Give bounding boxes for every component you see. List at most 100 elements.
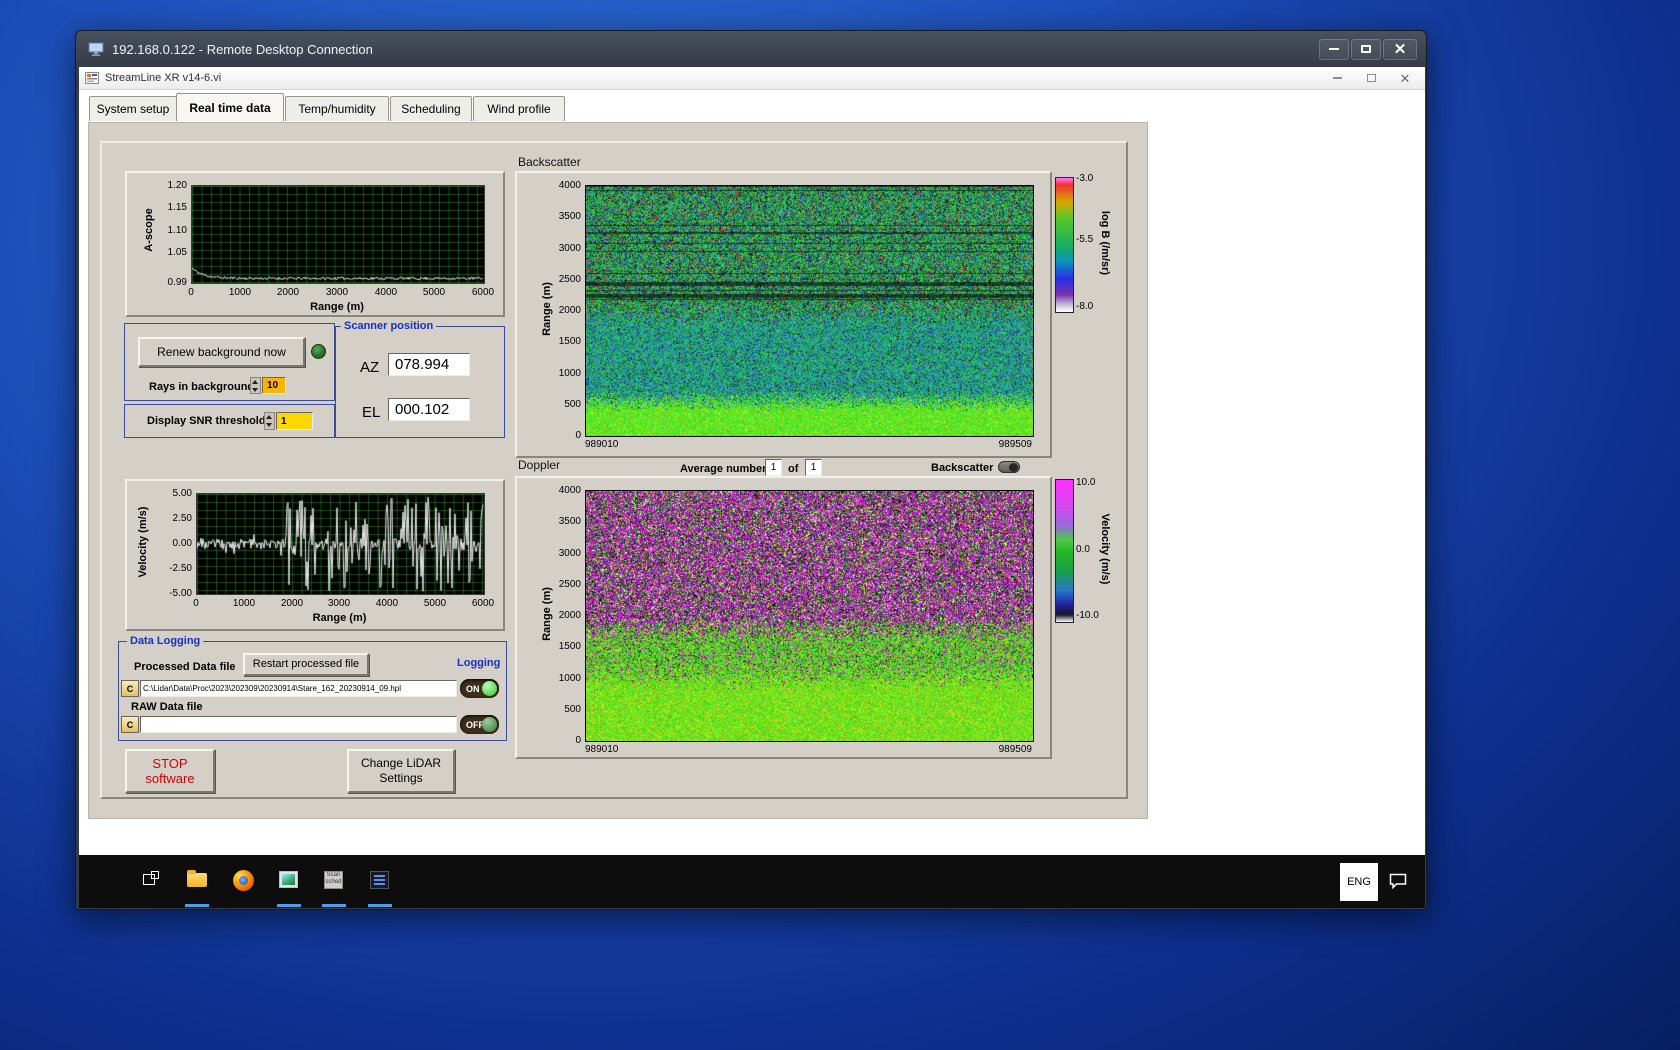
axis-tick: 1000	[558, 368, 581, 379]
app-maximize-button[interactable]	[1361, 70, 1381, 86]
backscatter-toggle-label: Backscatter	[931, 462, 994, 474]
background-controls-group: Renew background now Rays in background …	[124, 323, 335, 401]
raw-data-file-label: RAW Data file	[131, 701, 203, 713]
doppler-heatmap	[585, 490, 1034, 742]
remote-desktop: StreamLine XR v14-6.vi ✕ System setup Re…	[79, 67, 1425, 908]
raw-logging-toggle[interactable]: OFF	[460, 715, 499, 734]
raw-drive-icon[interactable]: C	[121, 716, 139, 733]
average-number-value: 1	[770, 462, 777, 473]
velocity-chart	[196, 493, 485, 595]
language-code: ENG	[1347, 876, 1371, 888]
backscatter-heatmap	[585, 185, 1034, 437]
rdp-close-button[interactable]: ✕	[1383, 38, 1417, 60]
renew-background-button[interactable]: Renew background now	[138, 337, 305, 367]
backscatter-colorbar	[1055, 177, 1074, 313]
raw-path-field[interactable]	[140, 716, 457, 733]
app-title: StreamLine XR v14-6.vi	[105, 72, 222, 84]
app-minimize-button[interactable]	[1327, 70, 1347, 86]
line	[374, 875, 385, 877]
restart-processed-file-button[interactable]: Restart processed file	[243, 653, 369, 676]
tab-system-setup[interactable]: System setup	[89, 96, 177, 121]
rdp-minimize-button[interactable]	[1319, 38, 1349, 60]
maximize-icon	[1366, 74, 1376, 82]
processed-data-file-label: Processed Data file	[134, 661, 236, 673]
velocity-plot-panel: Velocity (m/s) 5.00 2.50 0.00 -2.50 -5.0…	[125, 479, 505, 631]
tab-wind-profile[interactable]: Wind profile	[473, 96, 565, 121]
button-label: software	[145, 771, 195, 786]
doppler-section-title: Doppler	[518, 458, 561, 472]
log-viewer-icon[interactable]	[370, 871, 389, 889]
processed-logging-toggle[interactable]: ON	[460, 679, 499, 698]
tab-scheduling[interactable]: Scheduling	[390, 96, 472, 121]
el-value-field[interactable]: 000.102	[388, 398, 470, 421]
notification-bubble-icon[interactable]	[1389, 873, 1407, 894]
renew-background-led	[311, 344, 326, 359]
axis-tick: 2000	[276, 287, 300, 298]
rdp-maximize-button[interactable]	[1351, 38, 1381, 60]
axis-tick: 5000	[422, 287, 446, 298]
average-number-label: Average number	[680, 463, 767, 475]
language-indicator[interactable]: ENG	[1340, 863, 1378, 901]
tab-label: Scheduling	[401, 102, 461, 116]
tab-temp-humidity[interactable]: Temp/humidity	[285, 96, 389, 121]
running-app-indicator	[277, 904, 301, 907]
axis-tick: 3500	[558, 211, 581, 222]
rdp-window-title: 192.168.0.122 - Remote Desktop Connectio…	[112, 41, 373, 57]
tab-real-time-data[interactable]: Real time data	[176, 93, 284, 121]
snr-value-field[interactable]: 1	[276, 412, 313, 430]
running-app-indicator	[322, 904, 346, 907]
button-label: Restart processed file	[252, 657, 360, 670]
az-label: AZ	[360, 359, 380, 376]
doppler-colorbar	[1055, 479, 1074, 623]
az-value-field[interactable]: 078.994	[388, 353, 470, 376]
scan-scheduler-icon[interactable]: Scan sched	[324, 871, 343, 889]
minimize-icon	[1332, 77, 1342, 79]
el-label: EL	[362, 404, 381, 421]
firefox-icon[interactable]	[233, 870, 254, 891]
ascope-chart	[191, 185, 485, 284]
axis-tick: 5000	[423, 598, 447, 609]
toggle-knob	[1009, 463, 1018, 472]
rdp-titlebar[interactable]: 192.168.0.122 - Remote Desktop Connectio…	[76, 31, 1426, 67]
axis-tick: 2000	[558, 610, 581, 621]
toggle-knob	[482, 681, 497, 696]
rays-spinner[interactable]	[250, 377, 261, 394]
of-label: of	[788, 463, 799, 475]
axis-tick: 989010	[585, 744, 619, 755]
firefox-core-icon	[239, 876, 248, 885]
axis-tick: 1500	[558, 641, 581, 652]
rays-value-field[interactable]: 10	[262, 377, 286, 394]
stop-software-button[interactable]: STOP software	[125, 749, 215, 793]
axis-tick: 6000	[471, 287, 495, 298]
window-icon	[143, 874, 155, 885]
axis-tick: 0	[188, 287, 194, 298]
task-view-icon[interactable]	[143, 871, 161, 887]
axis-tick: 0	[193, 598, 199, 609]
app-titlebar[interactable]: StreamLine XR v14-6.vi ✕	[79, 67, 1425, 90]
maximize-icon	[1361, 45, 1371, 53]
running-app-indicator	[185, 904, 209, 907]
scanner-position-title: Scanner position	[341, 319, 437, 333]
average-number-field[interactable]: 1	[765, 459, 782, 476]
change-lidar-settings-button[interactable]: Change LiDAR Settings	[347, 749, 455, 793]
axis-tick: 2000	[558, 305, 581, 316]
average-total-field[interactable]: 1	[805, 459, 822, 476]
drive-letter: C	[126, 683, 134, 694]
axis-tick: 2500	[558, 274, 581, 285]
button-label: Renew background now	[157, 344, 286, 359]
file-explorer-icon[interactable]	[187, 870, 207, 887]
backscatter-display-toggle[interactable]	[998, 461, 1020, 473]
app-close-button[interactable]: ✕	[1395, 70, 1415, 86]
spinner-down-icon	[265, 421, 274, 429]
axis-tick: 989010	[585, 439, 619, 450]
processed-drive-icon[interactable]: C	[121, 680, 139, 697]
app-thumbnail	[282, 874, 295, 885]
axis-tick: 1000	[228, 287, 252, 298]
processed-path-field[interactable]: C:\Lidar\Data\Proc\2023\202309\20230914\…	[140, 680, 457, 697]
snr-threshold-label: Display SNR threshold	[147, 415, 266, 427]
axis-tick: 3500	[558, 516, 581, 527]
app-window-icon[interactable]	[279, 871, 298, 888]
snr-spinner[interactable]	[264, 412, 275, 430]
axis-tick: 500	[564, 399, 581, 410]
axis-tick: 4000	[375, 598, 399, 609]
